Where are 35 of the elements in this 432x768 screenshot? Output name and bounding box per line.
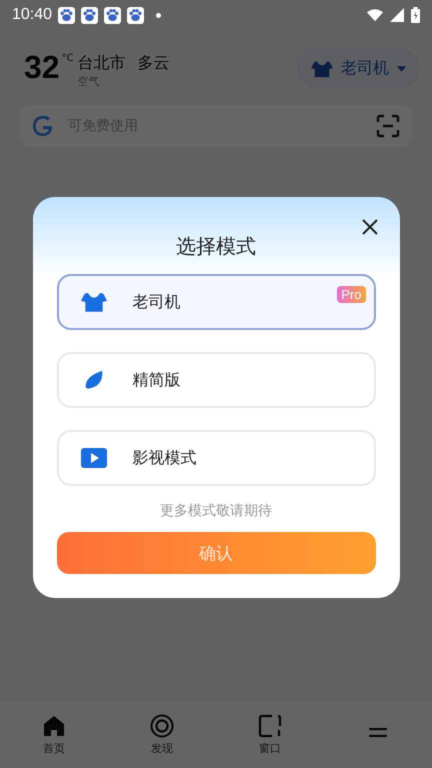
weather-condition: 多云 [138, 52, 170, 74]
close-icon[interactable] [362, 219, 378, 235]
hint-text: 更多模式敬请期待 [159, 502, 273, 520]
battery-icon [411, 7, 420, 23]
signal-icon [389, 8, 405, 22]
vest-icon [311, 60, 333, 78]
pro-badge: Pro [337, 286, 366, 303]
nav-tab[interactable]: 发现 [132, 713, 192, 757]
paw-icon [58, 6, 76, 24]
status-time: 10:40 [12, 6, 52, 24]
confirm-button[interactable]: 确认 [56, 532, 376, 574]
google-logo [32, 115, 54, 137]
menu-icon [368, 728, 388, 737]
nav-tab[interactable]: 首页 [24, 713, 84, 757]
home-icon [42, 714, 66, 738]
city-name: 台北市 [78, 52, 126, 74]
vest-icon [80, 291, 106, 313]
paw-icon [81, 6, 98, 24]
target-icon [150, 714, 174, 738]
wifi-icon [367, 8, 383, 22]
nav-tab[interactable]: 窗口 [240, 713, 300, 757]
play-icon [80, 447, 106, 469]
window-icon [258, 714, 282, 738]
caret-icon [397, 66, 406, 72]
mode-selector[interactable]: 老司机 [297, 48, 420, 89]
mode-option[interactable]: 精简版 [56, 352, 376, 408]
mode-option[interactable]: 老司机 Pro [56, 274, 376, 330]
scan-icon[interactable] [376, 114, 400, 138]
notification-dot [156, 12, 162, 18]
paw-icon [127, 6, 144, 24]
temperature-unit: °C [62, 52, 74, 64]
paw-icon [104, 6, 122, 24]
dialog-title: 选择模式 [175, 233, 257, 260]
temperature: 32 [24, 48, 60, 84]
mode-option[interactable]: 影视模式 [56, 430, 376, 486]
